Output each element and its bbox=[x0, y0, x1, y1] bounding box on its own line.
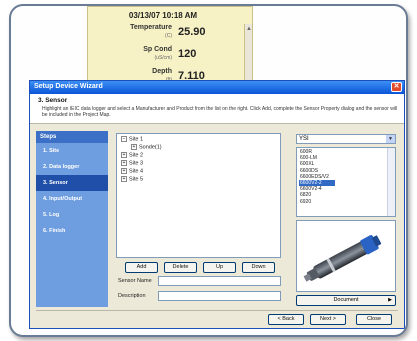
sensor-name-label: Sensor Name bbox=[118, 278, 152, 284]
expand-icon[interactable]: + bbox=[121, 168, 127, 174]
description-input[interactable] bbox=[158, 291, 281, 301]
product-image bbox=[296, 220, 396, 292]
tree-node-label: Site 5 bbox=[129, 176, 144, 183]
close-button[interactable]: Close bbox=[356, 314, 392, 325]
tree-node[interactable]: + Site 2 bbox=[121, 152, 276, 160]
reading-label: Depth bbox=[152, 68, 172, 75]
close-icon[interactable]: ✕ bbox=[391, 82, 402, 92]
back-button[interactable]: < Back bbox=[268, 314, 304, 325]
step-instructions: Highlight an IEIC data logger and select… bbox=[42, 106, 398, 118]
reading-row: Temperature (C) 25.90 bbox=[92, 23, 238, 43]
reading-unit: (C) bbox=[165, 33, 172, 39]
expand-icon[interactable]: + bbox=[121, 160, 127, 166]
chevron-down-icon[interactable]: ▼ bbox=[386, 135, 395, 143]
wizard-title: Setup Device Wizard bbox=[34, 83, 103, 90]
step-item-data-logger[interactable]: 2. Data logger bbox=[36, 159, 108, 175]
screenshot-frame: 03/13/07 10:18 AM Temperature (C) 25.90 … bbox=[9, 4, 408, 337]
reading-value: 25.90 bbox=[178, 26, 206, 38]
product-list[interactable]: 600R 600-LM 600XL 6600DS 6600EDS/V2 6600… bbox=[296, 147, 396, 217]
next-button[interactable]: Next > bbox=[310, 314, 346, 325]
tree-node-label: Site 4 bbox=[129, 168, 144, 175]
expand-icon[interactable]: + bbox=[121, 176, 127, 182]
tree-node[interactable]: + Site 4 bbox=[121, 168, 276, 176]
manufacturer-select[interactable]: YSI ▼ bbox=[296, 134, 396, 144]
tree-node-label: Sonde(1) bbox=[139, 144, 162, 151]
step-item-log[interactable]: 5. Log bbox=[36, 207, 108, 223]
reading-unit: (uS/cm) bbox=[154, 55, 173, 61]
wizard-header: 3. Sensor Highlight an IEIC data logger … bbox=[30, 94, 404, 124]
step-item-finish[interactable]: 6. Finish bbox=[36, 223, 108, 239]
sonde-icon bbox=[303, 235, 382, 282]
up-button[interactable]: Up bbox=[203, 262, 236, 273]
chevron-right-icon: ▶ bbox=[388, 297, 392, 303]
collapse-icon[interactable]: − bbox=[121, 136, 127, 142]
sensor-name-input[interactable] bbox=[158, 276, 281, 286]
reading-label: Temperature bbox=[130, 24, 172, 31]
delete-button[interactable]: Delete bbox=[164, 262, 197, 273]
readings-timestamp: 03/13/07 10:18 AM bbox=[128, 11, 198, 20]
expand-icon[interactable]: + bbox=[121, 152, 127, 158]
tree-node[interactable]: + Sonde(1) bbox=[121, 144, 276, 152]
step-item-sensor[interactable]: 3. Sensor bbox=[36, 175, 108, 191]
reading-row: Sp Cond (uS/cm) 120 bbox=[92, 45, 238, 65]
wizard-titlebar: Setup Device Wizard ✕ bbox=[30, 81, 404, 94]
steps-panel: Steps 1. Site 2. Data logger 3. Sensor 4… bbox=[36, 131, 108, 307]
step-item-input-output[interactable]: 4. Input/Output bbox=[36, 191, 108, 207]
list-scrollbar[interactable] bbox=[387, 148, 395, 216]
tree-node[interactable]: − Site 1 bbox=[121, 136, 276, 144]
description-label: Description bbox=[118, 293, 146, 299]
divider bbox=[36, 310, 398, 311]
tree-node-label: Site 1 bbox=[129, 136, 144, 143]
document-button-label: Document bbox=[333, 297, 359, 303]
setup-device-wizard: Setup Device Wizard ✕ 3. Sensor Highligh… bbox=[29, 80, 405, 329]
scroll-up-icon[interactable]: ▲ bbox=[246, 26, 252, 32]
tree-node[interactable]: + Site 5 bbox=[121, 176, 276, 184]
tree-node-label: Site 2 bbox=[129, 152, 144, 159]
step-item-site[interactable]: 1. Site bbox=[36, 143, 108, 159]
steps-header: Steps bbox=[36, 131, 108, 143]
down-button[interactable]: Down bbox=[242, 262, 275, 273]
step-heading: 3. Sensor bbox=[38, 97, 68, 104]
tree-node-label: Site 3 bbox=[129, 160, 144, 167]
reading-value: 120 bbox=[178, 48, 197, 60]
list-item[interactable]: 6920 bbox=[299, 199, 393, 205]
tree-node[interactable]: + Site 3 bbox=[121, 160, 276, 168]
reading-label: Sp Cond bbox=[143, 46, 172, 53]
manufacturer-value: YSI bbox=[299, 136, 309, 142]
add-button[interactable]: Add bbox=[125, 262, 158, 273]
project-tree: − Site 1 + Sonde(1) + Site 2 + Site 3 + Site … bbox=[116, 133, 281, 258]
expand-icon[interactable]: + bbox=[131, 144, 137, 150]
document-button[interactable]: Document ▶ bbox=[296, 295, 396, 306]
